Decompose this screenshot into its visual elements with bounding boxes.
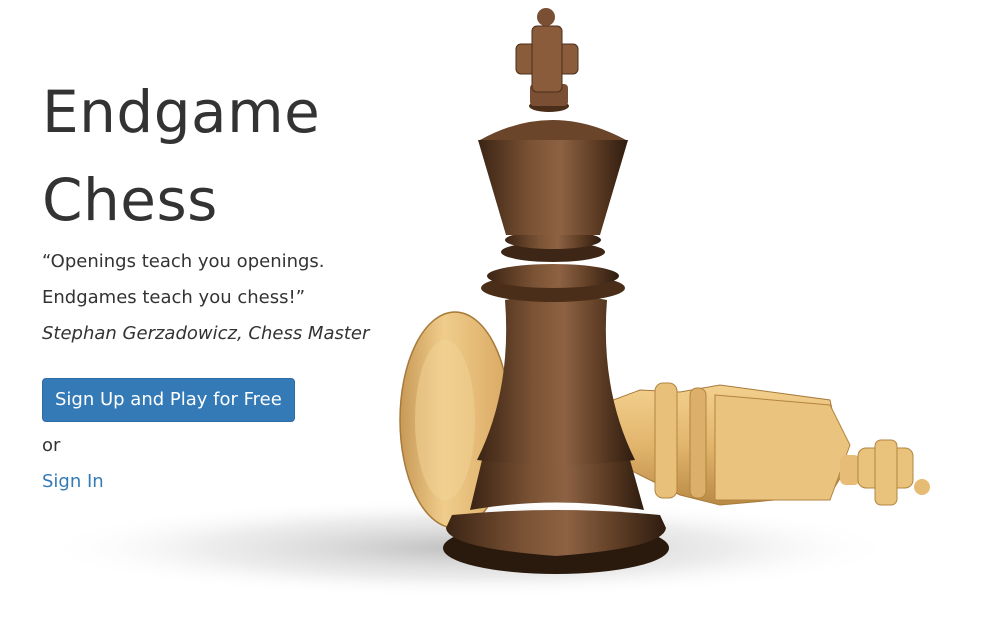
quote-author: Stephan Gerzadowicz, Chess Master: [42, 323, 370, 344]
or-text: or: [42, 435, 61, 456]
page-title: Endgame Chess: [42, 78, 321, 234]
hero-section: Endgame Chess “Openings teach you openin…: [0, 0, 990, 617]
hero-content: Endgame Chess “Openings teach you openin…: [42, 68, 402, 500]
standing-dark-king: [443, 8, 669, 574]
signup-button[interactable]: Sign Up and Play for Free: [42, 378, 295, 422]
quote-line-2: Endgames teach you chess!”: [42, 287, 306, 308]
quote-line-1: “Openings teach you openings.: [42, 251, 325, 272]
signin-link[interactable]: Sign In: [42, 464, 104, 500]
